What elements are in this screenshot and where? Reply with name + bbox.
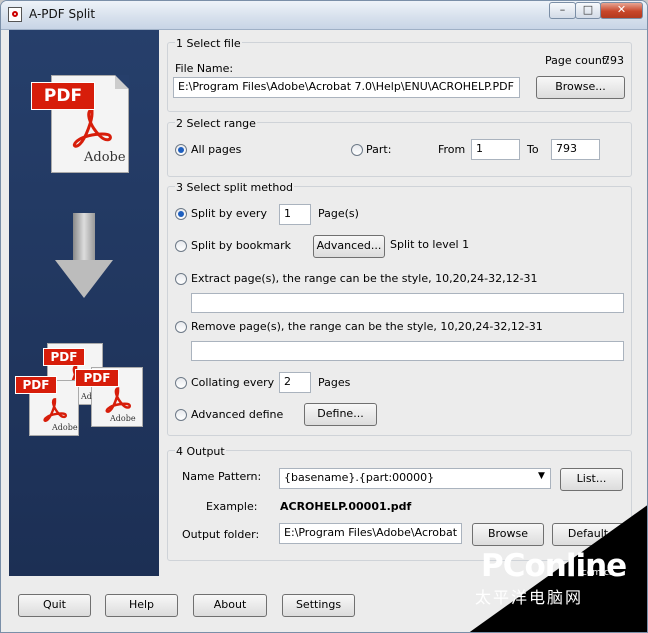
pdf-app-icon: [8, 7, 22, 22]
split-level-text: Split to level 1: [390, 238, 470, 251]
example-label: Example:: [206, 500, 258, 513]
watermark-domain: .com.cn: [579, 568, 615, 578]
pconline-watermark: PConline .com.cn 太平洋电脑网: [467, 504, 647, 632]
collating-every-input[interactable]: 2: [279, 372, 311, 393]
extract-pages-label[interactable]: Extract page(s), the range can be the st…: [191, 272, 538, 285]
about-button[interactable]: About: [193, 594, 267, 617]
select-range-title: 2 Select range: [175, 117, 257, 130]
collating-every-radio[interactable]: [175, 377, 187, 389]
advanced-define-label[interactable]: Advanced define: [191, 408, 283, 421]
acrobat-logo-icon: [72, 108, 112, 148]
all-pages-radio[interactable]: [175, 144, 187, 156]
maximize-button[interactable]: □: [575, 2, 601, 19]
output-folder-input[interactable]: E:\Program Files\Adobe\Acrobat 7.0\: [279, 523, 462, 544]
settings-button[interactable]: Settings: [282, 594, 355, 617]
extract-pages-radio[interactable]: [175, 273, 187, 285]
adobe-text: Adobe: [52, 423, 78, 432]
pdf-label: PDF: [31, 82, 95, 110]
select-file-title: 1 Select file: [175, 37, 242, 50]
to-page-input[interactable]: 793: [551, 139, 600, 160]
name-pattern-select[interactable]: {basename}.{part:00000}: [279, 468, 551, 489]
split-by-bookmark-label[interactable]: Split by bookmark: [191, 239, 291, 252]
part-label[interactable]: Part:: [366, 143, 391, 156]
remove-pages-radio[interactable]: [175, 321, 187, 333]
file-name-label: File Name:: [175, 62, 234, 75]
window-title: A-PDF Split: [29, 7, 96, 21]
close-button[interactable]: ✕: [600, 2, 643, 19]
define-button[interactable]: Define...: [304, 403, 377, 426]
output-folder-label: Output folder:: [182, 528, 260, 541]
all-pages-label[interactable]: All pages: [191, 143, 241, 156]
collating-every-label[interactable]: Collating every: [191, 376, 274, 389]
advanced-button[interactable]: Advanced...: [313, 235, 385, 258]
advanced-define-radio[interactable]: [175, 409, 187, 421]
adobe-text: Adobe: [110, 414, 136, 423]
watermark-chinese: 太平洋电脑网: [475, 588, 584, 607]
down-arrow-icon: [73, 213, 95, 265]
app-window: A-PDF Split – □ ✕ Adobe PDF PDF Adobe PD…: [0, 0, 648, 633]
from-page-input[interactable]: 1: [471, 139, 520, 160]
quit-button[interactable]: Quit: [18, 594, 91, 617]
list-button[interactable]: List...: [560, 468, 623, 491]
split-method-title: 3 Select split method: [175, 181, 295, 194]
adobe-text: Adobe: [84, 150, 126, 165]
example-value: ACROHELP.00001.pdf: [280, 500, 412, 513]
page-fold: [115, 75, 129, 89]
pdf-label: PDF: [75, 369, 119, 387]
split-every-input[interactable]: 1: [279, 204, 311, 225]
partial-adobe-text: Ad: [81, 392, 92, 401]
side-illustration-panel: Adobe PDF PDF Adobe PDF Adobe Ad PDF: [9, 30, 159, 576]
help-button[interactable]: Help: [105, 594, 178, 617]
file-name-input[interactable]: E:\Program Files\Adobe\Acrobat 7.0\Help\…: [173, 77, 520, 98]
extract-pages-input[interactable]: [191, 293, 624, 313]
down-arrow-head-icon: [55, 260, 113, 298]
split-by-every-radio[interactable]: [175, 208, 187, 220]
minimize-button[interactable]: –: [549, 2, 576, 19]
pages-suffix-label: Page(s): [318, 207, 359, 220]
split-by-every-label[interactable]: Split by every: [191, 207, 267, 220]
from-label: From: [438, 143, 466, 156]
to-label: To: [527, 143, 539, 156]
pdf-label: PDF: [15, 376, 57, 394]
page-count-label: Page count:: [545, 54, 610, 67]
collating-pages-suffix: Pages: [318, 376, 351, 389]
watermark-brand: PConline: [481, 548, 627, 584]
page-count-value: 793: [603, 54, 624, 67]
part-radio[interactable]: [351, 144, 363, 156]
name-pattern-label: Name Pattern:: [182, 470, 262, 483]
chevron-down-icon[interactable]: ▼: [538, 471, 545, 481]
acrobat-logo-icon: [105, 387, 131, 413]
remove-pages-label[interactable]: Remove page(s), the range can be the sty…: [191, 320, 543, 333]
split-by-bookmark-radio[interactable]: [175, 240, 187, 252]
remove-pages-input[interactable]: [191, 341, 624, 361]
output-title: 4 Output: [175, 445, 226, 458]
pdf-label: PDF: [43, 348, 85, 366]
acrobat-logo-icon: [43, 398, 68, 422]
browse-file-button[interactable]: Browse...: [536, 76, 625, 99]
title-bar[interactable]: A-PDF Split – □ ✕: [1, 1, 647, 30]
